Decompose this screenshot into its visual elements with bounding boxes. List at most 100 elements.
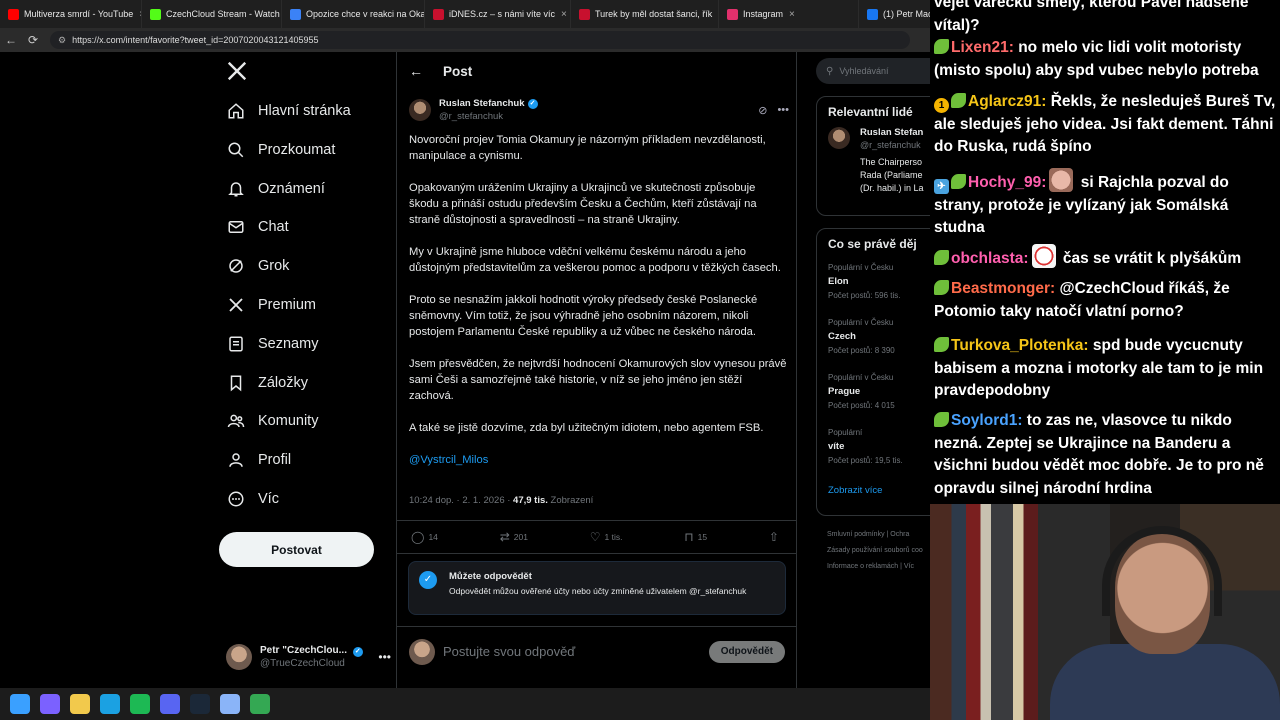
- reply-submit-button[interactable]: Odpovědět: [708, 640, 785, 663]
- browser-tab-bar: Multiverza smrdí - YouTube×CzechCloud St…: [0, 0, 939, 28]
- post-author: Ruslan Stefanchuk ✓ @r_stefanchuk ⊘ •••: [409, 96, 789, 124]
- related-person[interactable]: Ruslan Stefan @r_stefanchuk The Chairper…: [828, 127, 930, 199]
- back-arrow-icon[interactable]: ←: [409, 63, 443, 79]
- post-paragraph: Novoroční projev Tomia Okamury je názorn…: [409, 134, 766, 162]
- trend-title: Czech: [828, 331, 856, 342]
- reply-input[interactable]: Postujte svou odpověď: [443, 644, 575, 659]
- sidebar-item-home[interactable]: Hlavní stránka: [226, 93, 351, 129]
- site-info-icon[interactable]: ⚙: [58, 35, 66, 46]
- tab-title: Multiverza smrdí - YouTube: [24, 9, 134, 19]
- back-arrow-icon[interactable]: ←: [0, 33, 22, 47]
- reply-button[interactable]: ◯ 14: [411, 530, 438, 544]
- post-meta: 10:24 dop. · 2. 1. 2026 · 47,9 tis. Zobr…: [409, 495, 593, 506]
- trend-context: Populární v Česku: [828, 373, 894, 382]
- sidebar-item-more[interactable]: Víc: [226, 481, 279, 517]
- search-input[interactable]: ⚲ Vyhledávání: [816, 58, 930, 84]
- chat-username[interactable]: Turkova_Plotenka:: [951, 337, 1089, 354]
- chat-username[interactable]: obchlasta:: [951, 250, 1029, 267]
- author-name[interactable]: Ruslan Stefanchuk ✓: [439, 97, 538, 110]
- browser-tab[interactable]: (1) Petr Macink: [859, 0, 939, 28]
- sidebar-item-user[interactable]: Profil: [226, 442, 291, 478]
- chat-username[interactable]: Beastmonger:: [951, 280, 1055, 297]
- like-button[interactable]: ♡ 1 tis.: [590, 530, 623, 544]
- browser-tab[interactable]: CzechCloud Stream - Watch×: [142, 0, 282, 28]
- kick-badge-icon: [951, 93, 966, 108]
- close-tab-icon[interactable]: ×: [789, 9, 795, 20]
- mention-link[interactable]: @Vystrcil_Milos: [409, 452, 787, 468]
- chat-username[interactable]: Lixen21:: [951, 39, 1014, 56]
- share-button[interactable]: ⇧: [769, 530, 783, 544]
- sidebar-item-bell[interactable]: Oznámení: [226, 171, 325, 207]
- sidebar-item-mail[interactable]: Chat: [226, 209, 289, 245]
- sidebar-item-people[interactable]: Komunity: [226, 403, 318, 439]
- chat-username[interactable]: Aglarcz91:: [968, 93, 1046, 110]
- related-person-handle: @r_stefanchuk: [860, 140, 921, 150]
- footer-link[interactable]: Zásady používání souborů coo: [827, 543, 923, 559]
- chat-username[interactable]: Soylord1:: [951, 412, 1022, 429]
- browser-tab[interactable]: iDNES.cz – s námi víte víc ×: [425, 0, 571, 28]
- chat-message: Turkova_Plotenka: spd bude vycucnuty bab…: [934, 335, 1278, 403]
- sidebar-item-label: Grok: [258, 258, 290, 275]
- post-button[interactable]: Postovat: [219, 532, 374, 567]
- copilot-icon[interactable]: [40, 694, 60, 714]
- browser-tab[interactable]: Opozice chce v reakci na Oka×: [282, 0, 425, 28]
- tab-title: Instagram: [743, 9, 784, 19]
- browser-tab[interactable]: Instagram ×: [719, 0, 859, 28]
- steam-icon[interactable]: [190, 694, 210, 714]
- bookmark-icon: ⊓: [684, 530, 694, 544]
- trend-item[interactable]: Populární v Česku Czech Počet postů: 8 390: [817, 314, 930, 369]
- reply-notice-title: Můžete odpovědět: [449, 571, 532, 582]
- discord-icon[interactable]: [160, 694, 180, 714]
- account-switcher[interactable]: Petr "CzechClou... ✓ @TrueCzechCloud •••: [226, 640, 391, 674]
- footer-link[interactable]: Smluvní podmínky | Ochra: [827, 527, 923, 543]
- verified-badge-icon: ✓: [352, 647, 363, 657]
- bookmark-button[interactable]: ⊓ 15: [684, 530, 707, 544]
- windows-start-icon[interactable]: [10, 694, 30, 714]
- trend-context: Populární v Česku: [828, 263, 894, 272]
- reply-icon: ◯: [411, 530, 425, 544]
- tab-title: CzechCloud Stream - Watch: [166, 9, 280, 19]
- more-icon[interactable]: •••: [378, 650, 391, 664]
- address-bar-row: ← ⟳ ⚙ https://x.com/intent/favorite?twee…: [0, 28, 930, 52]
- post-actions: ◯ 14 ⇄ 201 ♡ 1 tis. ⊓ 15 ⇧: [397, 520, 797, 554]
- chat-username[interactable]: Hochy_99:: [968, 174, 1046, 191]
- browser-tab[interactable]: Multiverza smrdí - YouTube×: [0, 0, 142, 28]
- repost-button[interactable]: ⇄ 201: [500, 530, 528, 544]
- sidebar-item-grok[interactable]: Grok: [226, 248, 289, 284]
- url-text: https://x.com/intent/favorite?tweet_id=2…: [72, 35, 319, 45]
- reply-count: 14: [428, 532, 438, 542]
- right-sidebar: ⚲ Vyhledávání Relevantní lidé Ruslan Ste…: [816, 52, 930, 688]
- sidebar-item-list[interactable]: Seznamy: [226, 326, 318, 362]
- footer-link[interactable]: Informace o reklamách | Víc: [827, 559, 923, 575]
- show-more-link[interactable]: Zobrazit více: [817, 479, 930, 508]
- url-field[interactable]: ⚙ https://x.com/intent/favorite?tweet_id…: [50, 31, 910, 49]
- tab-title: iDNES.cz – s námi víte víc: [449, 9, 556, 19]
- related-people-card: Relevantní lidé Ruslan Stefan @r_stefanc…: [816, 96, 930, 216]
- trend-item[interactable]: Populární v Česku Prague Počet postů: 4 01…: [817, 369, 930, 424]
- check-icon: ✓: [419, 571, 437, 589]
- grok-icon[interactable]: ⊘: [758, 104, 767, 117]
- reload-icon[interactable]: ⟳: [22, 33, 44, 47]
- app-icon[interactable]: [250, 694, 270, 714]
- browser-tab[interactable]: Turek by měl dostat šanci, řík×: [571, 0, 719, 28]
- more-icon[interactable]: •••: [777, 104, 789, 117]
- trend-item[interactable]: Populární víte Počet postů: 19,5 tis.: [817, 424, 930, 479]
- tab-favicon-icon: [727, 8, 738, 20]
- sidebar-item-bookmark[interactable]: Záložky: [226, 365, 308, 401]
- trends-title: Co se právě děj: [828, 237, 917, 251]
- tab-favicon-icon: [867, 8, 878, 20]
- author-avatar[interactable]: [409, 99, 431, 121]
- sidebar-item-search[interactable]: Prozkoumat: [226, 132, 335, 168]
- heart-icon: ♡: [589, 530, 601, 544]
- author-handle[interactable]: @r_stefanchuk: [439, 110, 538, 123]
- chat-message: obchlasta: čas se vrátit k plyšákům: [934, 244, 1278, 271]
- sidebar-item-x[interactable]: Premium: [226, 287, 316, 323]
- x-logo-icon[interactable]: [226, 60, 256, 90]
- edge-icon[interactable]: [100, 694, 120, 714]
- spotify-icon[interactable]: [130, 694, 150, 714]
- post-timestamp[interactable]: 10:24 dop. · 2. 1. 2026 ·: [409, 495, 513, 506]
- close-tab-icon[interactable]: ×: [561, 9, 567, 20]
- notepad-icon[interactable]: [220, 694, 240, 714]
- trend-item[interactable]: Populární v Česku Elon Počet postů: 596 ti…: [817, 259, 930, 314]
- file-explorer-icon[interactable]: [70, 694, 90, 714]
